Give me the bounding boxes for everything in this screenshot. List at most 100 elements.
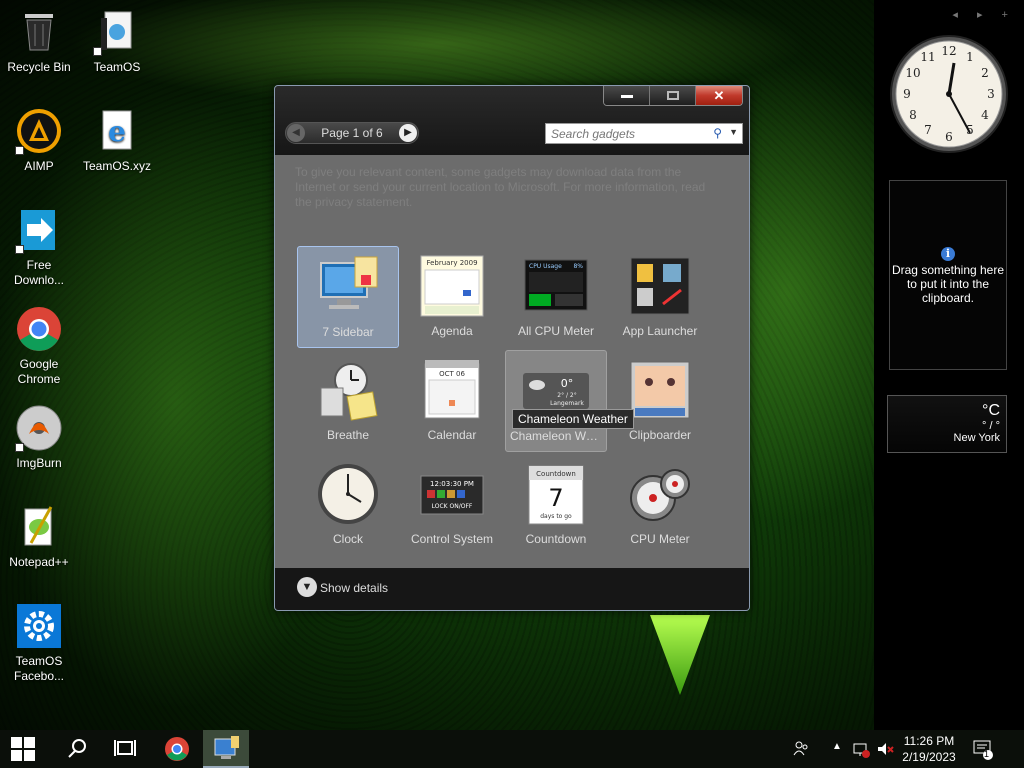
show-details-label[interactable]: Show details	[320, 581, 388, 595]
prev-page-button[interactable]: ◀	[287, 124, 305, 142]
desktop-icon-label: TeamOS	[93, 60, 141, 74]
desktop-icon-recycle-bin[interactable]: Recycle Bin	[0, 8, 78, 75]
gadget-tile-app-launcher[interactable]: App Launcher	[609, 246, 711, 348]
minimize-icon	[621, 95, 633, 98]
desktop-icon-notepadpp[interactable]: Notepad++	[0, 503, 78, 570]
countdown-title: Countdown	[536, 470, 576, 478]
chrome-icon	[165, 737, 189, 761]
network-icon[interactable]	[852, 740, 870, 761]
gadget-label: Agenda	[431, 324, 473, 338]
gadget-tile-breathe[interactable]: Breathe	[297, 350, 399, 452]
search-button[interactable]	[54, 730, 100, 768]
svg-text:3: 3	[987, 87, 995, 101]
maximize-button[interactable]	[650, 86, 696, 105]
gadget-label: Clipboarder	[628, 428, 692, 442]
maximize-icon	[667, 91, 679, 100]
teamos-folder-icon	[93, 8, 141, 56]
chevron-up-icon[interactable]: ▲	[832, 741, 842, 752]
task-view-icon	[114, 740, 136, 756]
weather-gadget[interactable]: °C ° / ° New York	[887, 395, 1007, 453]
action-center-button[interactable]: 1	[972, 739, 994, 764]
info-icon: i	[941, 247, 955, 261]
clock-icon	[315, 462, 381, 526]
gadget-label: CPU Meter	[630, 532, 690, 546]
search-icon[interactable]: ⚲	[713, 126, 722, 140]
desktop-icon-free-download[interactable]: Free Downlo...	[0, 206, 78, 288]
gadget-tooltip: Chameleon Weather	[512, 409, 634, 429]
control-system-icon: 12:03:30 PM LOCK ON/OFF	[419, 462, 485, 526]
svg-text:4: 4	[981, 108, 989, 122]
people-icon[interactable]	[792, 739, 810, 760]
gadget-tile-calendar[interactable]: OCT 06 Calendar	[401, 350, 503, 452]
chevron-down-icon: ▼	[301, 581, 313, 593]
notepadpp-icon	[15, 503, 63, 551]
gadget-label: App Launcher	[622, 324, 698, 338]
sidebar-nav[interactable]: ◂ ▸ +	[952, 8, 1016, 21]
minimize-button[interactable]	[604, 86, 650, 105]
search-input[interactable]: Search gadgets ⚲ ▼	[545, 123, 743, 144]
clock-gadget[interactable]: 12 1 2 3 4567 8 9 10 11	[888, 33, 1010, 155]
gadget-label: Control System	[410, 532, 494, 546]
gadget-tile-chameleon-weather[interactable]: 0° 2° / 2° Langemark Chameleon We...	[505, 350, 607, 452]
desktop-icon-teamos-facebook[interactable]: TeamOS Facebo...	[0, 602, 78, 684]
calendar-month: OCT 06	[439, 370, 465, 378]
close-button[interactable]: ✕	[696, 86, 742, 105]
next-page-button[interactable]: ▶	[399, 124, 417, 142]
svg-text:10: 10	[905, 66, 920, 80]
taskbar-chrome-button[interactable]	[154, 730, 200, 768]
clock-time: 11:26 PM	[903, 734, 955, 748]
gadget-tile-all-cpu-meter[interactable]: CPU Usage 8% All CPU Meter	[505, 246, 607, 348]
desktop-icon-teamos-xyz[interactable]: e TeamOS.xyz	[78, 107, 156, 174]
gadget-tile-agenda[interactable]: February 2009 Agenda	[401, 246, 503, 348]
gadget-tile-clock[interactable]: Clock	[297, 454, 399, 556]
notification-count: 1	[984, 749, 990, 759]
clipboard-gadget[interactable]: i Drag something here to put it into the…	[889, 180, 1007, 370]
volume-muted-icon[interactable]	[876, 740, 894, 761]
show-details-button[interactable]: ▼	[297, 577, 317, 597]
taskbar: ▲ 11:26 PM 2/19/2023 1	[0, 730, 1024, 768]
task-view-button[interactable]	[102, 730, 148, 768]
weather-unit: °C	[982, 402, 1000, 419]
gadget-tile-cpu-meter[interactable]: CPU Meter	[609, 454, 711, 556]
countdown-sub: days to go	[540, 513, 572, 520]
clipboard-hint: Drag something here to put it into the c…	[891, 263, 1005, 305]
free-download-icon	[15, 206, 63, 254]
page-navigator: ◀ Page 1 of 6 ▶	[285, 122, 419, 144]
taskbar-clock[interactable]: 11:26 PM 2/19/2023	[896, 733, 962, 765]
countdown-num: 7	[548, 484, 563, 512]
windows-logo-icon	[11, 737, 35, 761]
gadget-tile-control-system[interactable]: 12:03:30 PM LOCK ON/OFF Control System	[401, 454, 503, 556]
desktop-icon-label: Notepad++	[9, 555, 69, 569]
desktop-icon-label: Free Downlo...	[13, 258, 65, 287]
page-indicator: Page 1 of 6	[321, 126, 383, 140]
weather-city-thumb: Langemark	[550, 400, 584, 407]
desktop-icon-label: ImgBurn	[16, 456, 62, 470]
svg-text:7: 7	[924, 123, 932, 137]
gadget-label: Clock	[332, 532, 363, 546]
chevron-down-icon[interactable]: ▼	[729, 127, 738, 137]
control-lock: LOCK ON/OFF	[432, 503, 473, 510]
window-header: ✕ ◀ Page 1 of 6 ▶ Search gadgets ⚲ ▼	[275, 86, 749, 155]
desktop-icon-teamos[interactable]: TeamOS	[78, 8, 156, 75]
gadgets-icon	[214, 736, 239, 759]
start-button[interactable]	[0, 730, 46, 768]
gadget-tile-clipboarder[interactable]: Clipboarder	[609, 350, 711, 452]
desktop-icon-label: TeamOS Facebo...	[13, 654, 65, 683]
desktop-icon-aimp[interactable]: AIMP	[0, 107, 78, 174]
cpu-gauge-icon	[627, 462, 693, 526]
gadget-gallery-window: ✕ ◀ Page 1 of 6 ▶ Search gadgets ⚲ ▼ To …	[274, 85, 750, 611]
app-launcher-icon	[627, 254, 693, 318]
clipboarder-icon	[627, 358, 693, 422]
gadget-tile-countdown[interactable]: Countdown 7 days to go Countdown	[505, 454, 607, 556]
desktop-icon-google-chrome[interactable]: Google Chrome	[0, 305, 78, 387]
agenda-calendar-icon: February 2009	[419, 254, 485, 318]
caption-buttons: ✕	[603, 86, 743, 106]
weather-range-thumb: 2° / 2°	[557, 392, 576, 399]
taskbar-gadgets-button[interactable]	[203, 730, 249, 768]
window-footer: ▼ Show details	[275, 568, 749, 610]
aimp-icon	[15, 107, 63, 155]
gadget-label: 7 Sidebar	[322, 325, 374, 339]
desktop-icon-imgburn[interactable]: ImgBurn	[0, 404, 78, 471]
search-icon	[68, 739, 86, 758]
gadget-tile-7-sidebar[interactable]: 7 Sidebar	[297, 246, 399, 348]
